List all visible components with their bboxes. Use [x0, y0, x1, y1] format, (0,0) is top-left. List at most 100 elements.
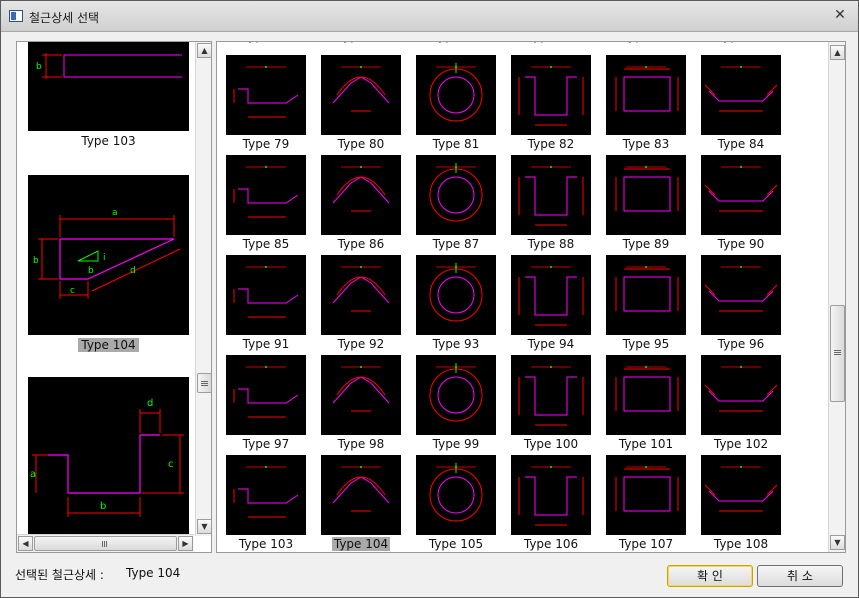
list-item-label: Type 103 — [81, 134, 136, 148]
rebar-thumbnail — [701, 455, 781, 535]
grid-cell[interactable]: Type 92 — [321, 255, 401, 351]
scroll-thumb[interactable] — [830, 305, 845, 402]
grid-cell[interactable]: Type 98 — [321, 355, 401, 451]
grid-cell[interactable]: Type 89 — [606, 155, 686, 251]
grid-cell[interactable]: Type 97 — [226, 355, 306, 451]
grid-cell[interactable]: Type 79 — [226, 55, 306, 151]
rebar-drawing — [518, 266, 584, 326]
grid-vertical-scrollbar[interactable]: ▲ ▼ — [828, 42, 845, 552]
dim-label: i — [103, 253, 106, 263]
rebar-drawing: a b c d b i — [33, 208, 181, 299]
grid-cell[interactable]: Type 99 — [416, 355, 496, 451]
rebar-drawing — [429, 63, 483, 122]
list-item[interactable]: a b c d b i Type 104 — [28, 175, 189, 352]
cell-label: Type 95 — [622, 337, 670, 351]
grid-cell[interactable]: Type 80 — [321, 55, 401, 151]
left-vertical-scrollbar[interactable]: ▲ ▼ — [195, 42, 211, 536]
grid-cell[interactable]: Type 87 — [416, 155, 496, 251]
scroll-down-icon[interactable]: ▼ — [197, 519, 211, 534]
close-icon[interactable]: ✕ — [832, 7, 848, 23]
rebar-drawing — [233, 466, 299, 518]
rebar-thumbnail — [321, 55, 401, 135]
rebar-drawing — [518, 466, 584, 526]
grid-cell[interactable]: Type 108 — [701, 455, 781, 551]
ok-button[interactable]: 확 인 — [667, 565, 753, 587]
grid-cell[interactable]: Type 83 — [606, 55, 686, 151]
scroll-up-icon[interactable]: ▲ — [197, 43, 211, 58]
cell-label: Type 86 — [337, 237, 385, 251]
dim-label: c — [168, 459, 174, 470]
app-window-icon — [9, 10, 23, 22]
rebar-drawing — [233, 166, 299, 218]
rebar-thumbnail — [226, 255, 306, 335]
cell-label: Type 82 — [527, 137, 575, 151]
window-title: 철근상세 선택 — [29, 11, 100, 25]
rebar-drawing — [233, 266, 299, 318]
grid-cell[interactable]: Type 90 — [701, 155, 781, 251]
rebar-thumbnail — [321, 155, 401, 235]
scroll-left-icon[interactable]: ◀ — [18, 536, 33, 551]
rebar-drawing — [233, 366, 299, 418]
cell-label: Type 106 — [523, 537, 579, 551]
grid-cell[interactable]: Type 103 — [226, 455, 306, 551]
dim-label: d — [147, 398, 153, 409]
grid-cell[interactable]: Type 106 — [511, 455, 591, 551]
dim-label: c — [70, 286, 75, 296]
cell-label: Type 99 — [432, 437, 480, 451]
grid-cell[interactable]: Type 82 — [511, 55, 591, 151]
cell-label: Type 96 — [717, 337, 765, 351]
rebar-drawing — [615, 366, 679, 412]
rebar-thumbnail — [416, 155, 496, 235]
cell-label: Type 105 — [428, 537, 484, 551]
cell-label: Type 91 — [242, 337, 290, 351]
grid-cell[interactable]: Type 85 — [226, 155, 306, 251]
grid-cell[interactable]: Type 96 — [701, 255, 781, 351]
grid-cell[interactable]: Type 102 — [701, 355, 781, 451]
grid-cell[interactable]: Type 105 — [416, 455, 496, 551]
grid-cell[interactable]: Type 93 — [416, 255, 496, 351]
rebar-thumbnail — [606, 255, 686, 335]
grid-cell[interactable]: Type 84 — [701, 55, 781, 151]
rebar-drawing — [704, 366, 778, 412]
rebar-drawing — [704, 266, 778, 312]
cell-label: Type 83 — [622, 137, 670, 151]
selected-type-label: 선택된 철근상세 : — [15, 568, 104, 582]
cell-label: Type 100 — [523, 437, 579, 451]
selected-preview-list: b Type 103 a b c d b i Type 104 a b c d … — [16, 41, 212, 553]
cell-label: Type 74 — [311, 42, 411, 43]
cell-label: Type 81 — [432, 137, 480, 151]
grid-cell[interactable]: Type 100 — [511, 355, 591, 451]
dim-label: b — [33, 256, 39, 266]
grid-cell[interactable]: Type 104 — [321, 455, 401, 551]
rebar-drawing — [332, 466, 390, 512]
rebar-drawing — [615, 266, 679, 312]
grid-cell[interactable]: Type 81 — [416, 55, 496, 151]
list-item[interactable]: a b c d — [28, 377, 189, 537]
rebar-drawing — [429, 263, 483, 322]
title-bar[interactable]: 철근상세 선택 ✕ — [1, 1, 858, 32]
rebar-drawing — [518, 66, 584, 126]
cancel-button[interactable]: 취 소 — [757, 565, 843, 587]
grid-cell[interactable]: Type 95 — [606, 255, 686, 351]
scroll-down-icon[interactable]: ▼ — [830, 535, 845, 550]
rebar-thumbnail — [701, 155, 781, 235]
grid-cell[interactable]: Type 88 — [511, 155, 591, 251]
grid-cell[interactable]: Type 86 — [321, 155, 401, 251]
rebar-drawing — [518, 166, 584, 226]
list-item[interactable]: b Type 103 — [28, 42, 189, 148]
cell-label: Type 104 — [331, 537, 391, 551]
grid-cell[interactable]: Type 94 — [511, 255, 591, 351]
dim-label: b — [88, 266, 94, 276]
cell-label: Type 77 — [596, 42, 696, 43]
grid-cell[interactable]: Type 107 — [606, 455, 686, 551]
cell-label: Type 87 — [432, 237, 480, 251]
grid-cell[interactable]: Type 91 — [226, 255, 306, 351]
rebar-thumbnail — [701, 55, 781, 135]
cell-label: Type 84 — [717, 137, 765, 151]
grid-cell[interactable]: Type 101 — [606, 355, 686, 451]
left-horizontal-scrollbar[interactable]: ◀ ▶ — [17, 534, 194, 552]
scroll-up-icon[interactable]: ▲ — [830, 45, 845, 60]
scroll-thumb[interactable] — [34, 536, 177, 551]
scroll-right-icon[interactable]: ▶ — [178, 536, 193, 551]
scroll-thumb[interactable] — [197, 373, 211, 393]
